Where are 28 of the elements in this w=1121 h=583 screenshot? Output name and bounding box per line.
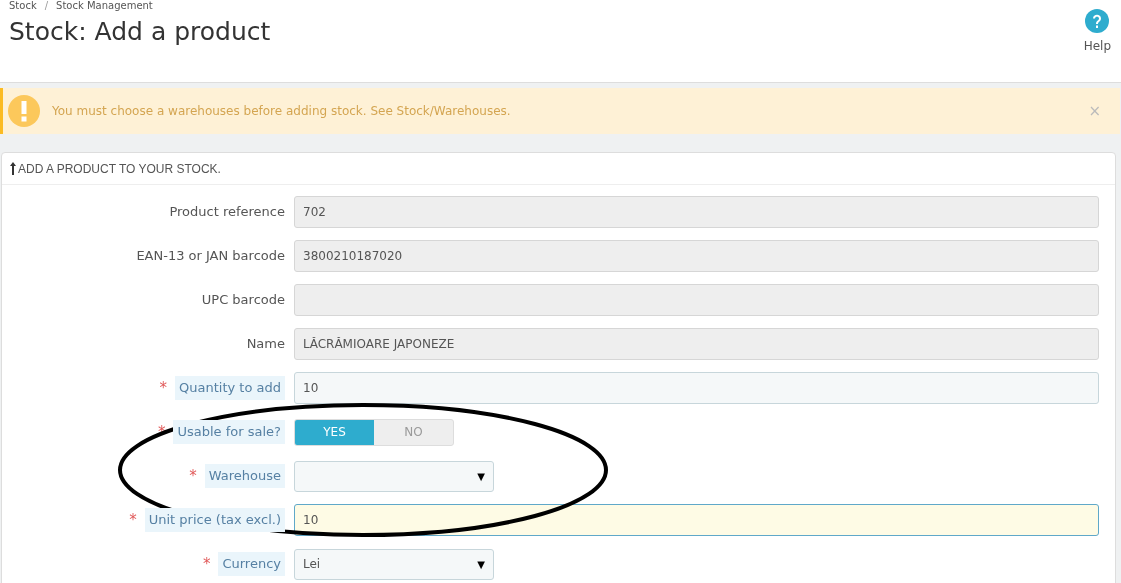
select-dropdown[interactable]: ▼ [294,460,494,492]
select-dropdown[interactable]: Lei ▼ [294,548,494,580]
field-label: Name [246,335,285,354]
field-label: Unit price (tax excl.) [144,508,285,532]
field-label: Currency [218,552,285,576]
exclamation-icon [8,95,40,127]
field-label: Usable for sale? [173,420,285,444]
breadcrumb-link[interactable]: Stock [9,0,37,12]
up-arrow-icon [10,162,16,175]
field-label: Product reference [169,203,285,222]
field-label: UPC barcode [201,291,285,310]
breadcrumb-separator: / [44,0,49,12]
breadcrumb-link[interactable]: Stock Management [56,0,153,12]
page-title: Stock: Add a product [9,16,271,48]
panel-title: ADD A PRODUCT TO YOUR STOCK. [18,160,221,178]
required-asterisk: * [129,509,137,531]
field-label: Warehouse [204,464,285,488]
help-icon [1085,9,1110,33]
text-field[interactable]: 10 [294,504,1099,536]
required-asterisk: * [202,553,211,575]
field-label: Quantity to add [175,376,285,400]
alert-message: You must choose a warehouses before adding stock. See Stock/Warehouses. [52,103,512,120]
required-asterisk: * [159,377,168,399]
required-asterisk: * [158,421,166,443]
field-label: EAN-13 or JAN barcode [136,247,285,266]
help-button[interactable]: Help [1083,9,1111,82]
required-asterisk: * [189,465,197,487]
text-field[interactable]: 10 [294,372,1099,404]
